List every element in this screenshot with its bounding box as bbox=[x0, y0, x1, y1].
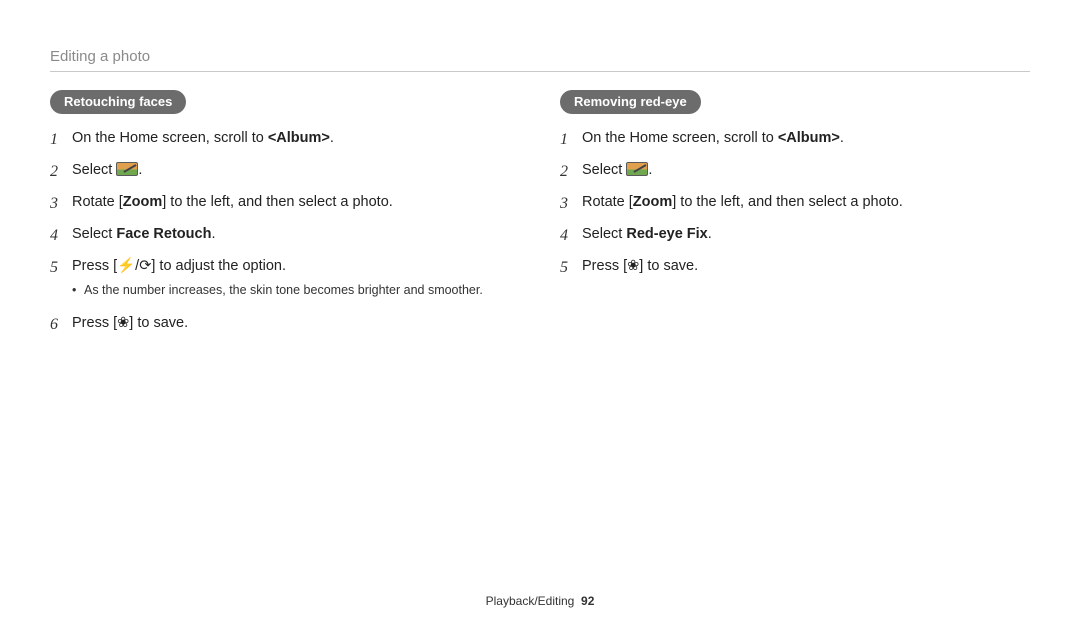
subheading-removing-red-eye: Removing red-eye bbox=[560, 90, 701, 114]
steps-retouching-faces: 1On the Home screen, scroll to <Album>.2… bbox=[50, 128, 520, 337]
step-bold-term: Red-eye Fix bbox=[626, 226, 707, 242]
step-item: 2Select . bbox=[50, 160, 520, 184]
subheading-retouching-faces: Retouching faces bbox=[50, 90, 186, 114]
step-body: On the Home screen, scroll to <Album>. bbox=[582, 128, 1030, 150]
step-item: 6Press [❀] to save. bbox=[50, 313, 520, 337]
step-number: 1 bbox=[560, 128, 582, 152]
step-number: 6 bbox=[50, 313, 72, 337]
steps-removing-red-eye: 1On the Home screen, scroll to <Album>.2… bbox=[560, 128, 1030, 280]
manual-page: Editing a photo Retouching faces 1On the… bbox=[0, 0, 1080, 630]
step-text: On the Home screen, scroll to <Album>. bbox=[582, 130, 844, 146]
button-symbol: ❀ bbox=[117, 315, 129, 331]
step-body: Press [⚡/⟳] to adjust the option. As the … bbox=[72, 256, 520, 305]
step-text: Rotate [Zoom] to the left, and then sele… bbox=[582, 194, 903, 210]
step-item: 1On the Home screen, scroll to <Album>. bbox=[560, 128, 1030, 152]
step-text: Select Red-eye Fix. bbox=[582, 226, 712, 242]
step-bold-term: <Album> bbox=[268, 130, 330, 146]
step-text: On the Home screen, scroll to <Album>. bbox=[72, 130, 334, 146]
step-item: 4Select Face Retouch. bbox=[50, 224, 520, 248]
footer-section: Playback/Editing bbox=[486, 594, 575, 608]
two-column-layout: Retouching faces 1On the Home screen, sc… bbox=[50, 90, 1030, 345]
divider bbox=[50, 71, 1030, 72]
step-body: Select . bbox=[582, 160, 1030, 182]
button-symbol: ⚡/⟳ bbox=[117, 258, 151, 274]
step-item: 1On the Home screen, scroll to <Album>. bbox=[50, 128, 520, 152]
step-item: 3Rotate [Zoom] to the left, and then sel… bbox=[560, 192, 1030, 216]
step-body: Press [❀] to save. bbox=[72, 313, 520, 335]
step-number: 2 bbox=[50, 160, 72, 184]
step-text: Select Face Retouch. bbox=[72, 226, 215, 242]
step-number: 4 bbox=[560, 224, 582, 248]
step-body: Select Red-eye Fix. bbox=[582, 224, 1030, 246]
edit-photo-icon bbox=[116, 162, 138, 176]
step-item: 2Select . bbox=[560, 160, 1030, 184]
step-bold-term: Zoom bbox=[633, 194, 672, 210]
step-text: Select . bbox=[72, 162, 142, 178]
step-notes: As the number increases, the skin tone b… bbox=[72, 282, 520, 300]
step-bold-term: Face Retouch bbox=[116, 226, 211, 242]
step-item: 3Rotate [Zoom] to the left, and then sel… bbox=[50, 192, 520, 216]
footer-page-number: 92 bbox=[581, 594, 594, 608]
button-symbol: ❀ bbox=[627, 258, 639, 274]
step-body: Press [❀] to save. bbox=[582, 256, 1030, 278]
step-body: Select Face Retouch. bbox=[72, 224, 520, 246]
page-footer: Playback/Editing 92 bbox=[0, 594, 1080, 608]
step-item: 4Select Red-eye Fix. bbox=[560, 224, 1030, 248]
column-retouching-faces: Retouching faces 1On the Home screen, sc… bbox=[50, 90, 520, 345]
step-text: Select . bbox=[582, 162, 652, 178]
column-removing-red-eye: Removing red-eye 1On the Home screen, sc… bbox=[560, 90, 1030, 345]
step-bold-term: Zoom bbox=[123, 194, 162, 210]
step-number: 3 bbox=[560, 192, 582, 216]
step-note-item: As the number increases, the skin tone b… bbox=[72, 282, 520, 300]
step-text: Press [❀] to save. bbox=[582, 258, 698, 274]
step-number: 1 bbox=[50, 128, 72, 152]
step-number: 5 bbox=[50, 256, 72, 280]
step-number: 3 bbox=[50, 192, 72, 216]
step-item: 5Press [❀] to save. bbox=[560, 256, 1030, 280]
step-number: 4 bbox=[50, 224, 72, 248]
step-text: Rotate [Zoom] to the left, and then sele… bbox=[72, 194, 393, 210]
step-item: 5Press [⚡/⟳] to adjust the option. As the… bbox=[50, 256, 520, 305]
step-body: Select . bbox=[72, 160, 520, 182]
edit-photo-icon bbox=[626, 162, 648, 176]
step-number: 2 bbox=[560, 160, 582, 184]
step-body: Rotate [Zoom] to the left, and then sele… bbox=[582, 192, 1030, 214]
step-bold-term: <Album> bbox=[778, 130, 840, 146]
step-text: Press [❀] to save. bbox=[72, 315, 188, 331]
step-body: Rotate [Zoom] to the left, and then sele… bbox=[72, 192, 520, 214]
step-body: On the Home screen, scroll to <Album>. bbox=[72, 128, 520, 150]
page-title: Editing a photo bbox=[50, 48, 1030, 65]
step-text: Press [⚡/⟳] to adjust the option. bbox=[72, 258, 286, 274]
step-number: 5 bbox=[560, 256, 582, 280]
